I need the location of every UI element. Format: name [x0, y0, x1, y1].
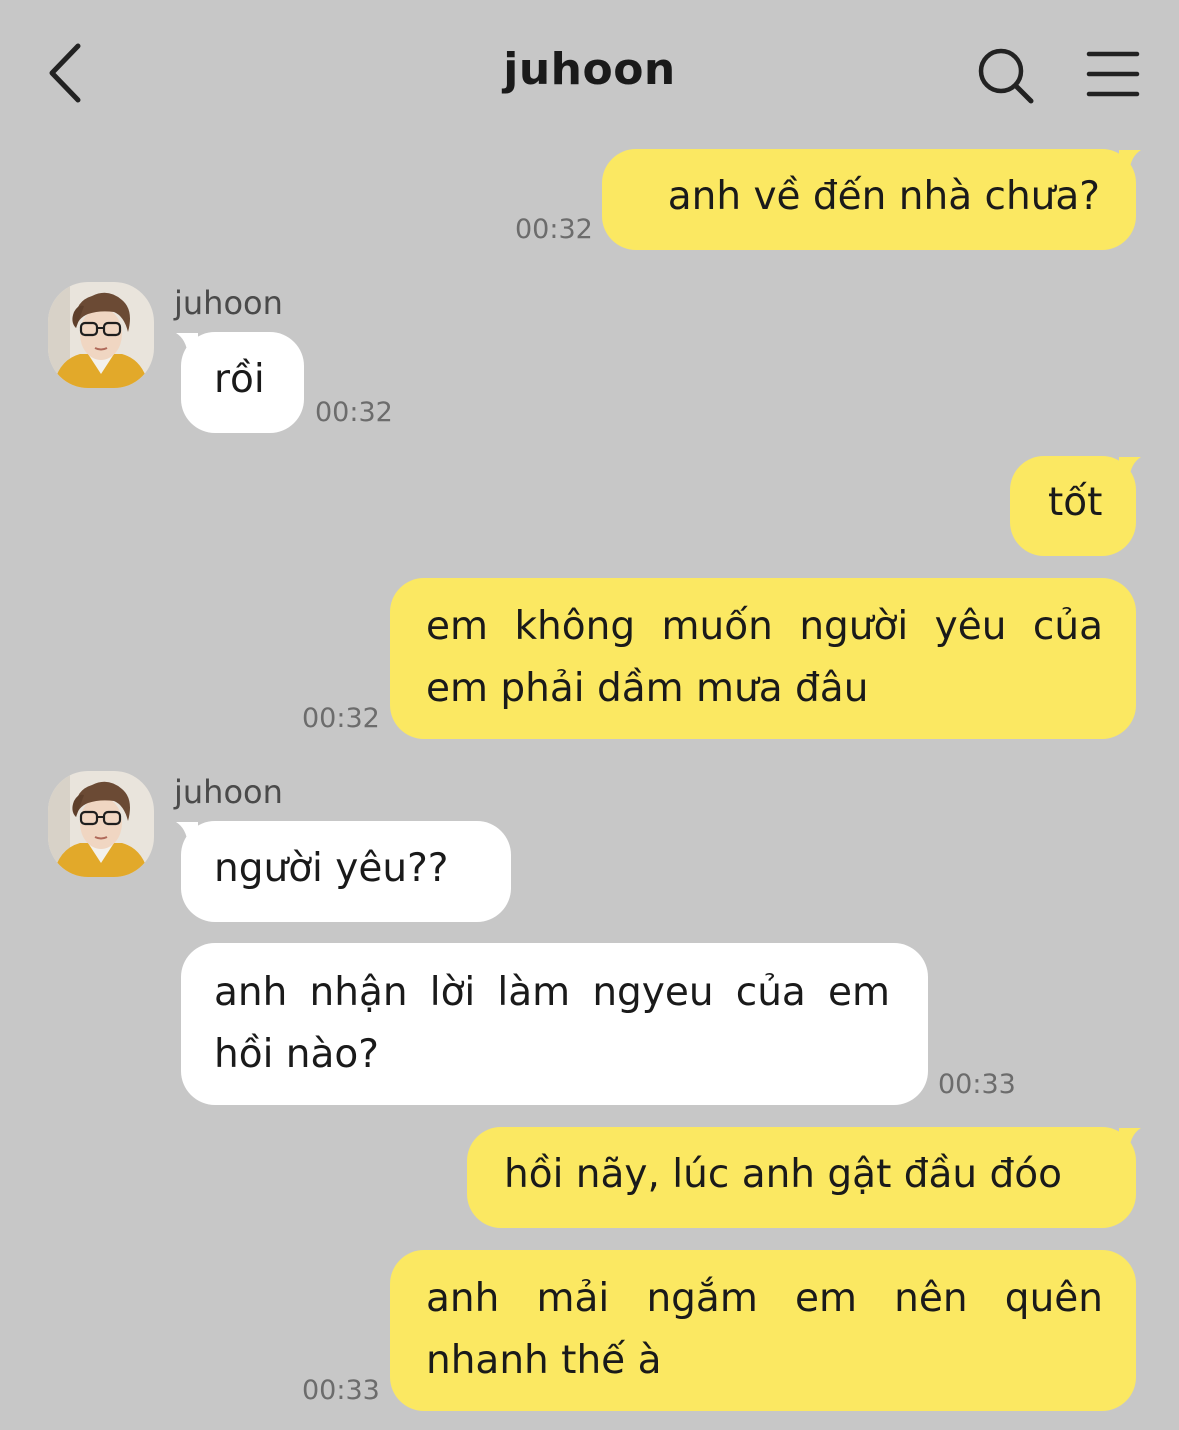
message-text: anh mải ngắm em nên quên nhanh thế à	[426, 1276, 1103, 1383]
my-message-bubble[interactable]: tốt	[1010, 456, 1136, 556]
chat-header: juhoon	[0, 0, 1179, 140]
my-message-bubble[interactable]: hồi nãy, lúc anh gật đầu đóo	[467, 1127, 1136, 1228]
menu-button[interactable]	[1085, 48, 1141, 100]
message-text: em không muốn người yêu của em phải dầm …	[426, 604, 1103, 711]
search-icon	[978, 48, 1034, 104]
contact-avatar[interactable]	[48, 282, 154, 388]
contact-avatar[interactable]	[48, 771, 154, 877]
message-text: anh nhận lời làm ngyeu của em hồi nào?	[214, 970, 890, 1077]
search-button[interactable]	[975, 45, 1037, 107]
message-text: tốt	[1048, 480, 1103, 525]
message-time: 00:32	[302, 703, 380, 734]
message-text: người yêu??	[214, 846, 449, 891]
bubble-tail-icon	[176, 333, 198, 355]
bubble-tail-icon	[1119, 1128, 1141, 1150]
bubble-tail-icon	[1119, 150, 1141, 172]
their-message-bubble[interactable]: rồi	[181, 332, 304, 433]
message-time: 00:32	[515, 214, 593, 245]
my-message-bubble[interactable]: anh mải ngắm em nên quên nhanh thế à	[390, 1250, 1136, 1411]
hamburger-menu-icon	[1086, 51, 1140, 97]
message-text: anh về đến nhà chưa?	[667, 174, 1100, 219]
my-message-bubble[interactable]: anh về đến nhà chưa?	[602, 149, 1136, 250]
message-time: 00:33	[938, 1069, 1016, 1100]
my-message-bubble[interactable]: em không muốn người yêu của em phải dầm …	[390, 578, 1136, 739]
their-message-bubble[interactable]: người yêu??	[181, 821, 511, 922]
message-time: 00:33	[302, 1375, 380, 1406]
bubble-tail-icon	[1119, 457, 1141, 479]
bubble-tail-icon	[176, 822, 198, 844]
message-text: hồi nãy, lúc anh gật đầu đóo	[504, 1152, 1063, 1197]
sender-name: juhoon	[174, 773, 283, 811]
message-text: rồi	[214, 357, 265, 402]
message-time: 00:32	[315, 397, 393, 428]
avatar-photo-icon	[48, 282, 154, 388]
their-message-bubble[interactable]: anh nhận lời làm ngyeu của em hồi nào?	[181, 943, 928, 1105]
avatar-photo-icon	[48, 771, 154, 877]
sender-name: juhoon	[174, 284, 283, 322]
